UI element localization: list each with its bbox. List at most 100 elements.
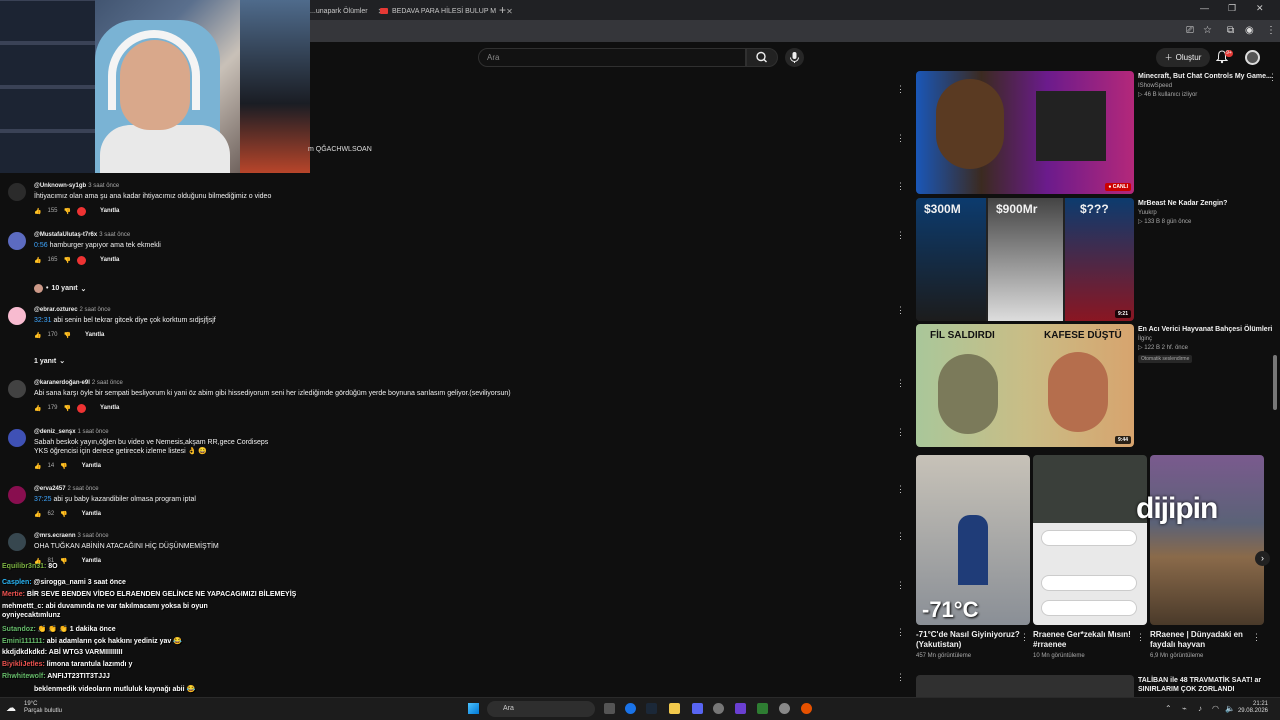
search-button[interactable] xyxy=(746,48,778,67)
commenter-avatar[interactable] xyxy=(8,429,26,447)
steam-icon[interactable] xyxy=(646,703,657,714)
short-title[interactable]: -71°C'de Nasıl Giyiniyoruz? (Yakutistan) xyxy=(916,630,1030,650)
timestamp-link[interactable]: 0:56 xyxy=(34,242,48,249)
short-menu-icon[interactable]: ⋮ xyxy=(1252,632,1261,643)
cast-icon[interactable]: ⎚ xyxy=(1186,25,1194,36)
like-icon[interactable]: 👍 xyxy=(34,511,41,518)
comment-menu-icon[interactable]: ⋮ xyxy=(896,484,905,495)
replies-toggle[interactable]: 1 yanıt ⌄ xyxy=(34,357,65,366)
short-title[interactable]: RRaenee | Dünyadaki en faydalı hayvan xyxy=(1150,630,1264,650)
task-view-icon[interactable] xyxy=(604,703,615,714)
comment-menu-icon[interactable]: ⋮ xyxy=(896,378,905,389)
like-icon[interactable]: 👍 xyxy=(34,405,41,412)
video-thumbnail[interactable]: ● CANLI xyxy=(916,71,1134,194)
video-menu-icon[interactable]: ⋮ xyxy=(1268,72,1277,83)
comment-time[interactable]: 3 saat önce xyxy=(88,183,119,189)
comment-menu-icon[interactable]: ⋮ xyxy=(896,580,905,591)
reply-button[interactable]: Yanıtla xyxy=(100,405,119,411)
comment-author[interactable]: @Unknown-sy1gb xyxy=(34,183,86,189)
video-title[interactable]: Minecraft, But Chat Controls My Game... xyxy=(1138,72,1276,81)
commenter-avatar[interactable] xyxy=(8,232,26,250)
short-thumbnail[interactable] xyxy=(1150,455,1264,625)
reply-button[interactable]: Yanıtla xyxy=(82,463,101,469)
short-menu-icon[interactable]: ⋮ xyxy=(1020,632,1029,643)
browser-tab[interactable]: ...unapark Ölümler ✕ xyxy=(310,2,384,20)
chrome-icon[interactable] xyxy=(625,703,636,714)
dislike-icon[interactable]: 👎 xyxy=(60,463,67,470)
weather-widget[interactable]: 19°C Parçalı bulutlu xyxy=(24,701,62,715)
comment-author[interactable]: @mrs.ecraenn xyxy=(34,533,76,539)
taskbar-clock[interactable]: 21:21 29.08.2026 xyxy=(1236,701,1268,715)
comment-menu-icon[interactable]: ⋮ xyxy=(896,427,905,438)
account-avatar[interactable] xyxy=(1245,50,1260,65)
commenter-avatar[interactable] xyxy=(8,380,26,398)
app-icon[interactable] xyxy=(735,703,746,714)
comment-menu-icon[interactable]: ⋮ xyxy=(896,133,905,144)
short-item[interactable]: Rraenee Ger*zekalı Mısın! #rraenee 10 Mn… xyxy=(1033,455,1147,659)
tab-close-icon[interactable]: ✕ xyxy=(506,7,513,16)
short-item[interactable]: RRaenee | Dünyadaki en faydalı hayvan 6,… xyxy=(1150,455,1264,659)
comment-author[interactable]: @erva2457 xyxy=(34,486,66,492)
network-icon[interactable]: ⌁ xyxy=(1182,704,1187,713)
short-item[interactable]: -71°C -71°C'de Nasıl Giyiniyoruz? (Yakut… xyxy=(916,455,1030,659)
channel-name[interactable]: İlginç xyxy=(1138,336,1276,342)
timestamp-link[interactable]: 37:25 xyxy=(34,496,52,503)
dislike-icon[interactable]: 👎 xyxy=(64,208,71,215)
comment-menu-icon[interactable]: ⋮ xyxy=(896,230,905,241)
comment-author[interactable]: @deniz_senşx xyxy=(34,429,76,435)
comment-menu-icon[interactable]: ⋮ xyxy=(896,181,905,192)
like-icon[interactable]: 👍 xyxy=(34,257,41,264)
reply-button[interactable]: Yanıtla xyxy=(100,257,119,263)
comment-menu-icon[interactable]: ⋮ xyxy=(896,627,905,638)
minimize-button[interactable]: — xyxy=(1200,3,1209,13)
search-input[interactable]: Ara xyxy=(478,48,746,67)
start-button[interactable] xyxy=(468,703,479,714)
discord-icon[interactable] xyxy=(692,703,703,714)
video-title[interactable]: MrBeast Ne Kadar Zengin? xyxy=(1138,199,1276,208)
wifi-icon[interactable]: ◠ xyxy=(1212,704,1219,713)
app-icon[interactable] xyxy=(713,703,724,714)
browser-menu-icon[interactable]: ⋮ xyxy=(1266,25,1276,36)
shorts-next-button[interactable]: › xyxy=(1255,551,1270,566)
comment-time[interactable]: 2 saat önce xyxy=(92,380,123,386)
browser-tab[interactable]: BEDAVA PARA HİLESİ BULUP M ✕ xyxy=(380,2,513,20)
settings-icon[interactable] xyxy=(779,703,790,714)
extensions-icon[interactable]: ⧉ xyxy=(1227,25,1234,36)
comment-author[interactable]: @ebrar.ozturec xyxy=(34,307,78,313)
audio-icon[interactable]: ♪ xyxy=(1198,704,1202,713)
comment-author[interactable]: @MustafaUlutaş-t7r6x xyxy=(34,232,97,238)
tray-chevron-icon[interactable]: ⌃ xyxy=(1165,704,1172,713)
comment-menu-icon[interactable]: ⋮ xyxy=(896,305,905,316)
channel-name[interactable]: IShowSpeed xyxy=(1138,83,1276,89)
app-icon[interactable] xyxy=(757,703,768,714)
app-icon[interactable] xyxy=(801,703,812,714)
short-title[interactable]: Rraenee Ger*zekalı Mısın! #rraenee xyxy=(1033,630,1147,650)
reply-button[interactable]: Yanıtla xyxy=(85,332,104,338)
comment-time[interactable]: 1 saat önce xyxy=(78,429,109,435)
voice-search-button[interactable] xyxy=(785,48,804,67)
dislike-icon[interactable]: 👎 xyxy=(64,257,71,264)
video-thumbnail[interactable]: FİL SALDIRDI KAFESE DÜŞTÜ 9:44 xyxy=(916,324,1134,447)
comment-menu-icon[interactable]: ⋮ xyxy=(896,531,905,542)
dislike-icon[interactable]: 👎 xyxy=(64,332,71,339)
comment-time[interactable]: 2 saat önce xyxy=(68,486,99,492)
short-thumbnail[interactable] xyxy=(1033,455,1147,625)
video-thumbnail[interactable]: $300M $900Mr $??? 9:21 xyxy=(916,198,1134,321)
scrollbar-thumb[interactable] xyxy=(1273,355,1277,410)
commenter-avatar[interactable] xyxy=(8,307,26,325)
comment-menu-icon[interactable]: ⋮ xyxy=(896,84,905,95)
create-button[interactable]: ＋ Oluştur xyxy=(1156,48,1210,67)
commenter-avatar[interactable] xyxy=(8,183,26,201)
window-close-button[interactable]: ✕ xyxy=(1256,3,1264,14)
comment-author[interactable]: @karanerdoğan-e9l xyxy=(34,380,90,386)
like-icon[interactable]: 👍 xyxy=(34,332,41,339)
short-menu-icon[interactable]: ⋮ xyxy=(1136,632,1145,643)
commenter-avatar[interactable] xyxy=(8,533,26,551)
new-tab-button[interactable]: + xyxy=(499,3,506,17)
bookmark-star-icon[interactable]: ☆ xyxy=(1203,25,1212,36)
comment-menu-icon[interactable]: ⋮ xyxy=(896,672,905,683)
file-explorer-icon[interactable] xyxy=(669,703,680,714)
channel-name[interactable]: Yuukrp xyxy=(1138,210,1276,216)
comment-time[interactable]: 3 saat önce xyxy=(99,232,130,238)
volume-icon[interactable]: 🔈 xyxy=(1225,704,1235,713)
